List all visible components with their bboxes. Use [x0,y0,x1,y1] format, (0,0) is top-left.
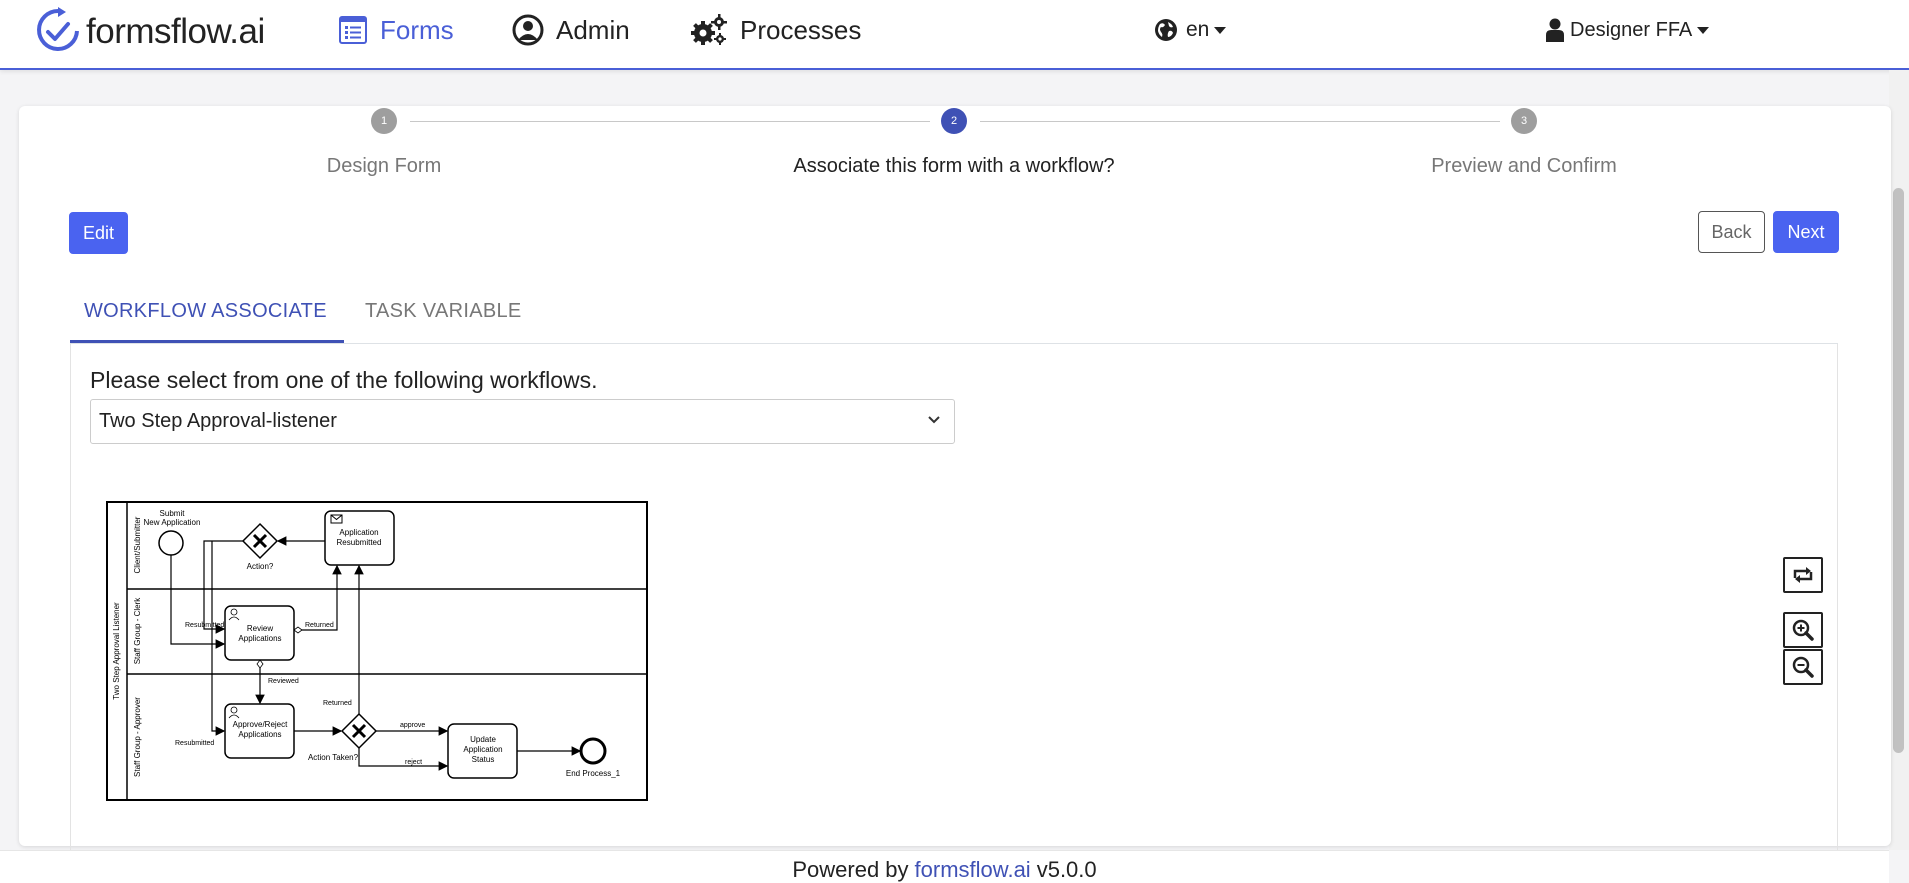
workflow-prompt: Please select from one of the following … [90,367,598,393]
task-approve-text-1: Approve/Reject [233,720,288,729]
nav-processes-label: Processes [740,14,862,45]
language-label: en [1186,18,1210,41]
gateway-action-taken-label: Action Taken? [308,753,359,762]
user-circle-icon [512,14,544,46]
back-button[interactable]: Back [1698,211,1765,253]
nav-forms[interactable]: Forms [338,12,454,48]
task-update-text-1: Update [470,735,496,744]
page-footer: Powered by formsflow.ai v5.0.0 [0,850,1889,883]
end-event[interactable] [579,737,607,765]
nav-forms-label: Forms [380,14,454,45]
workflow-select[interactable]: Two Step Approval-listener [90,399,955,444]
reset-view-icon [1793,567,1813,583]
end-label: End Process_1 [566,769,621,778]
task-update-text-2: Application [463,745,502,754]
task-review-text-1: Review [247,624,273,633]
brand-logo[interactable]: formsflow.ai [36,4,265,60]
chevron-down-icon [928,416,940,424]
footer-link[interactable]: formsflow.ai [915,857,1031,883]
footer-prefix: Powered by [792,857,909,882]
lane-approver: Staff Group - Approver [133,697,142,777]
formsflow-logo-icon [37,7,79,51]
next-button[interactable]: Next [1773,211,1839,253]
start-event[interactable] [158,530,184,556]
nav-processes[interactable]: Processes [690,12,861,48]
step-1-label: Design Form [326,155,442,177]
start-label-1: Submit [160,509,186,518]
cogs-icon [691,14,727,45]
edit-button[interactable]: Edit [69,212,128,254]
flow-label-returned-a: Returned [305,622,334,629]
step-3-indicator: 3 [1511,108,1537,134]
user-name: Designer FFA [1570,18,1693,41]
chevron-down-icon [1214,26,1227,34]
flow-label-returned-b: Returned [323,700,352,707]
reset-view-button[interactable] [1783,557,1823,593]
workflow-select-value: Two Step Approval-listener [99,410,337,432]
zoom-in-button[interactable] [1783,612,1823,648]
user-icon [1546,18,1564,42]
user-dropdown[interactable]: Designer FFA [1546,18,1710,42]
flow-label-resubmitted-b: Resubmitted [175,740,214,747]
step-3-label: Preview and Confirm [1431,155,1617,177]
start-label-2: New Application [144,518,201,527]
chevron-down-icon [1697,26,1710,34]
step-2-label: Associate this form with a workflow? [793,155,1115,177]
task-resubmitted-text-1: Application [339,528,378,537]
flow-label-approve: approve [400,722,425,729]
step-2-indicator: 2 [941,108,967,134]
flow-label-reject: reject [405,759,422,766]
bpmn-diagram[interactable]: Two Step Approval Listener Client/Submit… [105,498,650,803]
top-navbar: formsflow.ai Forms Admin Processes en De… [0,0,1909,70]
gateway-action-label: Action? [247,562,274,571]
step-1-indicator: 1 [371,108,397,134]
lane-clerk: Staff Group - Clerk [133,597,142,665]
forms-icon [339,16,367,44]
globe-icon [1155,19,1177,41]
nav-admin-label: Admin [556,14,630,45]
flow-label-resubmitted-a: Resubmitted [185,622,224,629]
page-scrollbar-thumb[interactable] [1893,188,1904,753]
tab-task-variable[interactable]: TASK VARIABLE [365,300,522,323]
zoom-in-icon [1792,619,1814,641]
pool-name: Two Step Approval Listener [112,602,121,700]
task-resubmitted-text-2: Resubmitted [337,538,382,547]
zoom-out-icon [1792,656,1814,678]
flow-label-reviewed: Reviewed [268,678,299,685]
footer-version: v5.0.0 [1036,857,1097,882]
tab-workflow-associate[interactable]: WORKFLOW ASSOCIATE [84,300,327,323]
stepper-connector [410,121,930,122]
language-dropdown[interactable]: en [1154,18,1227,42]
task-review-applications[interactable] [224,605,295,661]
task-approve-text-2: Applications [238,730,281,739]
zoom-out-button[interactable] [1783,649,1823,685]
stepper-connector [980,121,1500,122]
task-review-text-2: Applications [238,634,281,643]
active-tab-indicator [70,340,344,343]
lane-client: Client/Submitter [133,516,142,573]
nav-admin[interactable]: Admin [512,12,630,48]
brand-name: formsflow.ai [86,12,265,51]
task-update-text-3: Status [472,755,495,764]
